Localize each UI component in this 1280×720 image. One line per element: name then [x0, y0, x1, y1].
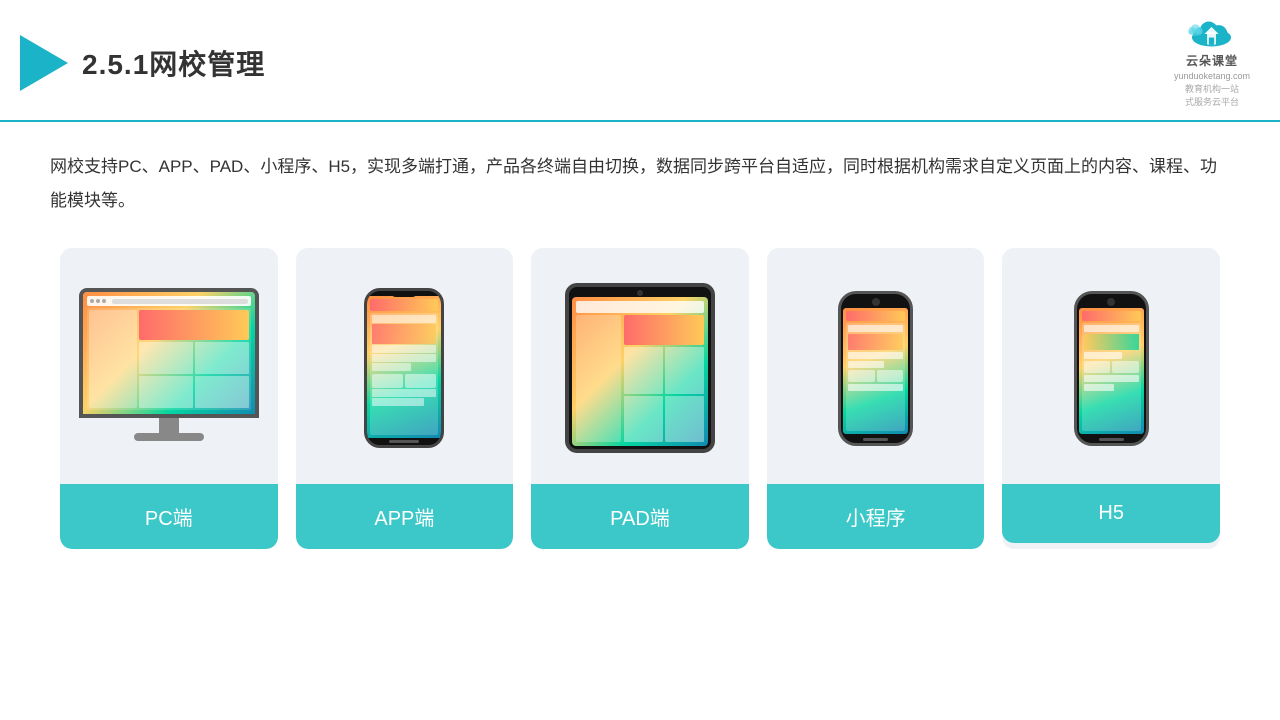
mini-image-area — [777, 268, 975, 468]
pc-image-area — [70, 268, 268, 468]
device-card-h5: H5 — [1002, 248, 1220, 549]
app-label: APP端 — [296, 484, 514, 549]
brand-logo: 云朵课堂 yunduoketang.com 教育机构一站式服务云平台 — [1174, 18, 1250, 108]
device-card-pc: PC端 — [60, 248, 278, 549]
brand-name: 云朵课堂 — [1186, 52, 1238, 69]
h5-label: H5 — [1002, 484, 1220, 543]
brand-slogan: 教育机构一站式服务云平台 — [1185, 83, 1239, 108]
h5-image-area — [1012, 268, 1210, 468]
device-card-app: APP端 — [296, 248, 514, 549]
app-image-area — [306, 268, 504, 468]
device-card-mini: 小程序 — [767, 248, 985, 549]
pc-label: PC端 — [60, 484, 278, 549]
pad-tablet-icon — [565, 283, 715, 453]
app-phone-icon — [364, 288, 444, 448]
pc-monitor-icon — [79, 288, 259, 448]
brand-cloud-icon — [1184, 18, 1239, 50]
main-content: 网校支持PC、APP、PAD、小程序、H5，实现多端打通，产品各终端自由切换，数… — [0, 122, 1280, 569]
logo-triangle-icon — [20, 35, 68, 91]
pad-label: PAD端 — [531, 484, 749, 549]
device-cards-container: PC端 — [50, 248, 1230, 549]
description-text: 网校支持PC、APP、PAD、小程序、H5，实现多端打通，产品各终端自由切换，数… — [50, 150, 1230, 218]
header-left: 2.5.1网校管理 — [20, 35, 265, 91]
mini-phone-icon — [838, 291, 913, 446]
h5-phone-icon — [1074, 291, 1149, 446]
brand-url: yunduoketang.com — [1174, 71, 1250, 81]
pad-image-area — [541, 268, 739, 468]
page-title: 2.5.1网校管理 — [82, 43, 265, 83]
device-card-pad: PAD端 — [531, 248, 749, 549]
header: 2.5.1网校管理 云朵课堂 yunduoketang.com 教育机构一站式服… — [0, 0, 1280, 122]
mini-label: 小程序 — [767, 484, 985, 549]
